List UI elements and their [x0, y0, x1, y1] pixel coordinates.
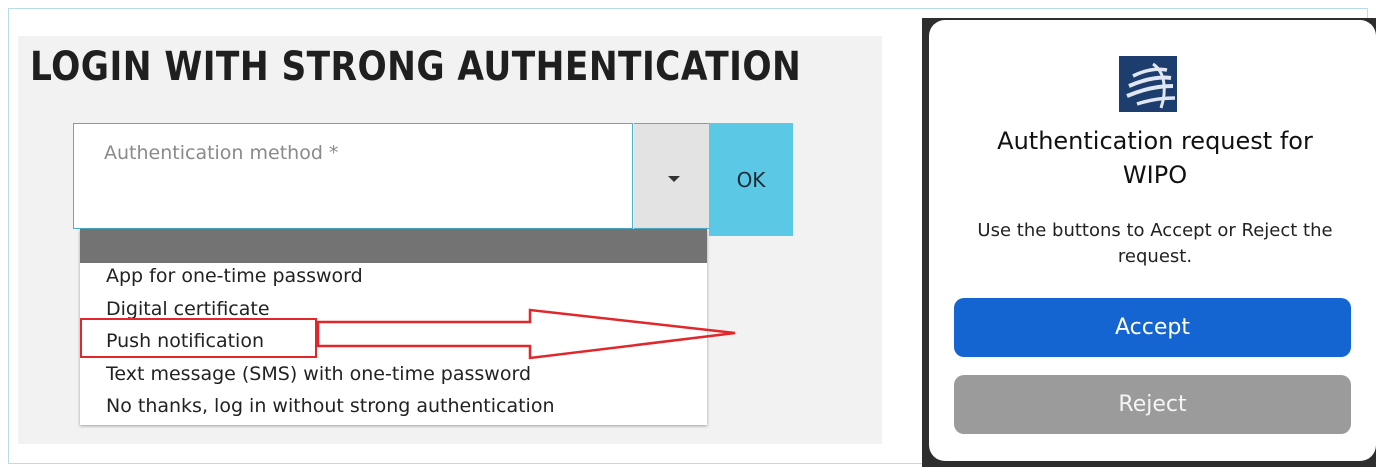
authentication-request-title: Authentication request for WIPO — [960, 124, 1350, 192]
reject-button[interactable]: Reject — [954, 375, 1351, 434]
accept-button[interactable]: Accept — [954, 298, 1351, 357]
title-line-1: Authentication request for — [997, 127, 1313, 155]
authentication-request-message: Use the buttons to Accept or Reject the … — [977, 220, 1333, 267]
wipo-logo-icon — [1119, 56, 1177, 112]
title-line-2: WIPO — [1122, 161, 1188, 189]
